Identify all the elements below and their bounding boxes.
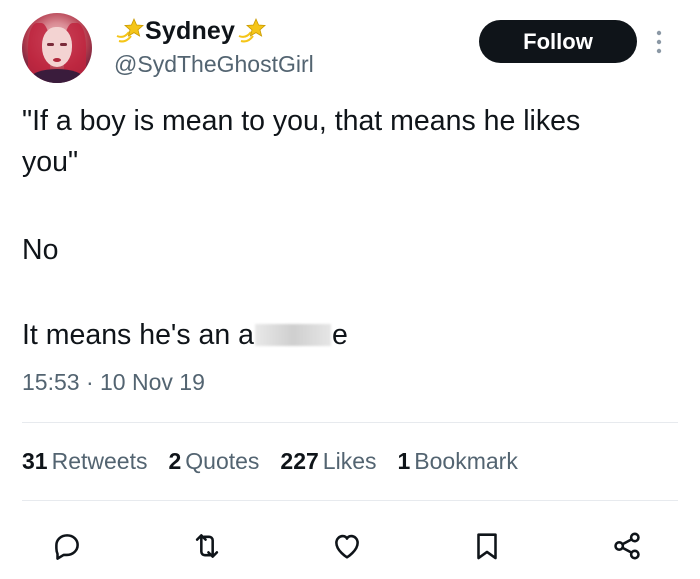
quotes-count: 2 [168,448,182,474]
reply-button[interactable] [47,526,87,566]
shooting-star-icon [238,17,267,43]
tweet-text-prefix: It means he's an a [22,319,254,351]
bookmarks-label: Bookmark [414,448,518,474]
tweet-date: 10 Nov 19 [100,369,205,395]
retweets-label: Retweets [51,448,148,474]
avatar-shoulders [30,69,84,83]
like-icon [335,534,359,559]
tweet-text-line: you" [22,146,79,178]
likes-label: Likes [322,448,377,474]
avatar-eye-left [47,43,54,46]
more-options-icon[interactable] [651,27,667,57]
like-button[interactable] [327,526,367,566]
follow-button[interactable]: Follow [479,20,637,63]
bookmark-icon [477,533,497,560]
bookmark-button[interactable] [467,526,507,566]
likes-stat[interactable]: 227 Likes [280,448,376,475]
quotes-label: Quotes [185,448,260,474]
retweets-count: 31 [22,448,48,474]
timestamp-separator: · [85,369,94,395]
bookmarks-stat[interactable]: 1 Bookmark [398,448,518,475]
shooting-star-icon [116,17,144,43]
tweet-text-line: It means he's an a e [22,315,348,355]
reply-icon [55,534,79,560]
share-button[interactable] [607,526,647,566]
engagement-stats: 31 Retweets 2 Quotes 227 Likes 1 Bookmark [22,448,539,475]
tweet-text-line: No [22,234,59,266]
tweet-card: Sydney @SydTheGhostGirl Follow "If a boy… [0,0,700,579]
divider [22,422,678,423]
censored-blur [255,324,331,346]
share-icon [614,532,640,560]
avatar[interactable] [22,13,92,83]
tweet-timestamp[interactable]: 15:53 · 10 Nov 19 [22,369,205,396]
quotes-stat[interactable]: 2 Quotes [168,448,259,475]
tweet-time: 15:53 [22,369,80,395]
divider [22,500,678,501]
retweet-button[interactable] [187,526,227,566]
tweet-text-line: "If a boy is mean to you, that means he … [22,105,581,137]
author-name-row[interactable]: Sydney [114,14,267,48]
author-handle[interactable]: @SydTheGhostGirl [114,51,314,78]
retweets-stat[interactable]: 31 Retweets [22,448,147,475]
avatar-eye-right [60,43,67,46]
retweet-icon [195,534,219,558]
bookmarks-count: 1 [397,448,411,474]
likes-count: 227 [280,448,319,474]
tweet-text-suffix: e [332,319,348,351]
display-name[interactable]: Sydney [145,17,235,46]
avatar-lips [53,58,61,62]
